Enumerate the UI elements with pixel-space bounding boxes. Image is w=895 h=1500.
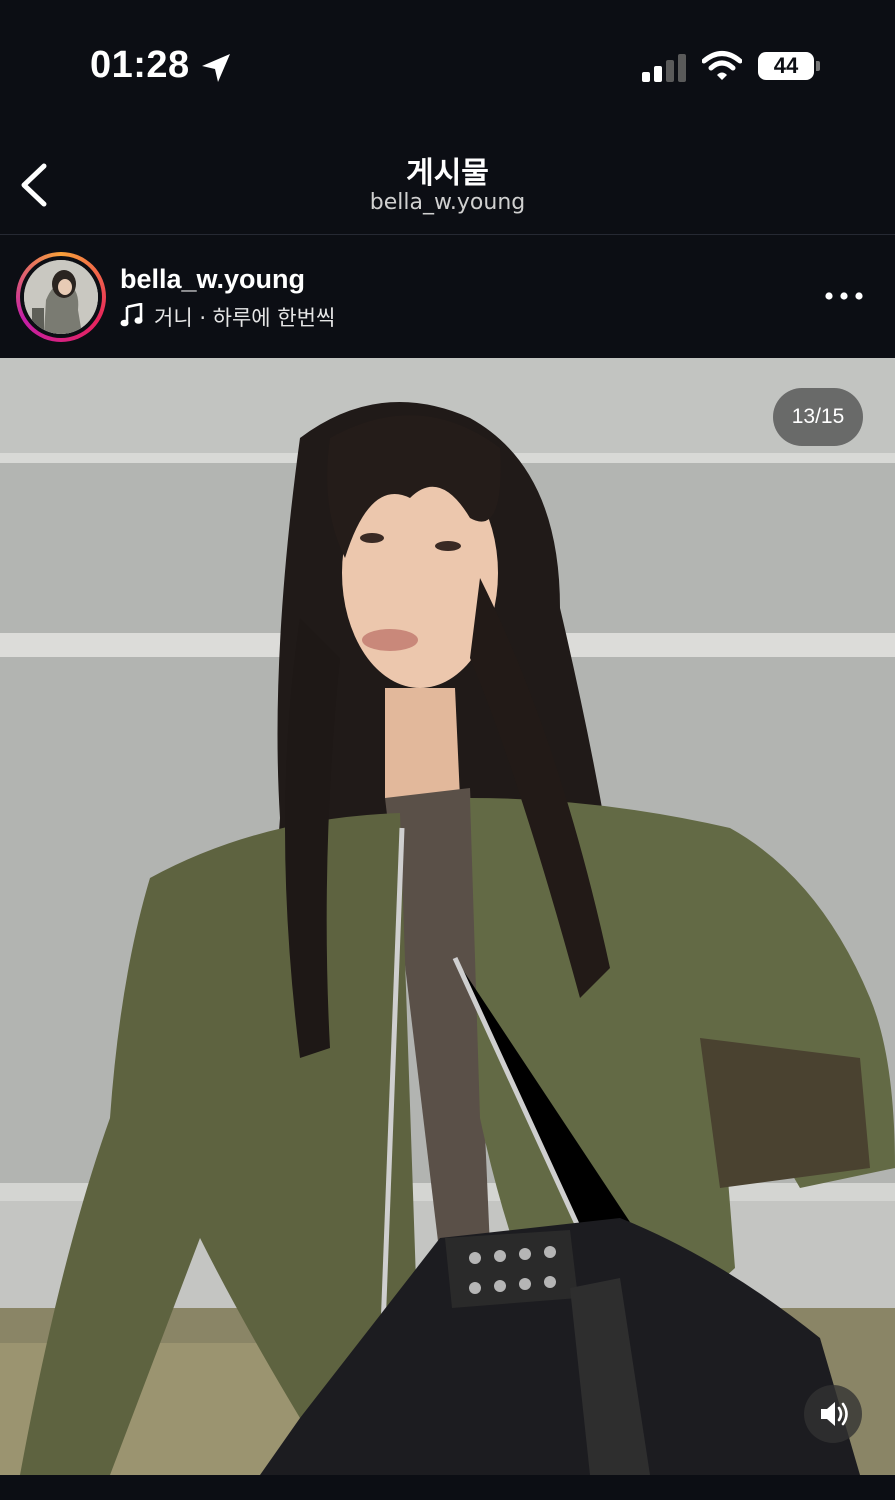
battery-icon: 44 — [758, 52, 814, 80]
status-bar: 01:28 44 — [0, 0, 895, 130]
post-username[interactable]: bella_w.young — [120, 264, 305, 295]
avatar[interactable] — [16, 252, 106, 342]
post-header: bella_w.young 거니 · 하루에 한번씩 — [0, 236, 895, 356]
avatar-border — [20, 256, 102, 338]
image-counter: 13/15 — [773, 388, 863, 446]
speaker-icon[interactable] — [804, 1385, 862, 1443]
nav-header: 게시물 bella_w.young — [0, 130, 895, 235]
page-title: 게시물 — [406, 156, 489, 191]
page-subtitle: bella_w.young — [369, 190, 526, 215]
music-note-icon — [120, 301, 144, 332]
battery-cap — [816, 61, 820, 71]
wifi-icon — [701, 50, 743, 86]
location-arrow-icon — [200, 52, 232, 88]
music-info[interactable]: 거니 · 하루에 한번씩 — [120, 301, 336, 332]
status-time: 01:28 — [90, 44, 190, 86]
signal-icon — [642, 54, 688, 82]
more-dots-icon[interactable] — [822, 284, 868, 308]
avatar-image — [24, 260, 98, 334]
post-photo[interactable]: 13/15 — [0, 358, 895, 1475]
music-label: 거니 · 하루에 한번씩 — [154, 306, 336, 330]
photo-illustration — [0, 358, 895, 1475]
